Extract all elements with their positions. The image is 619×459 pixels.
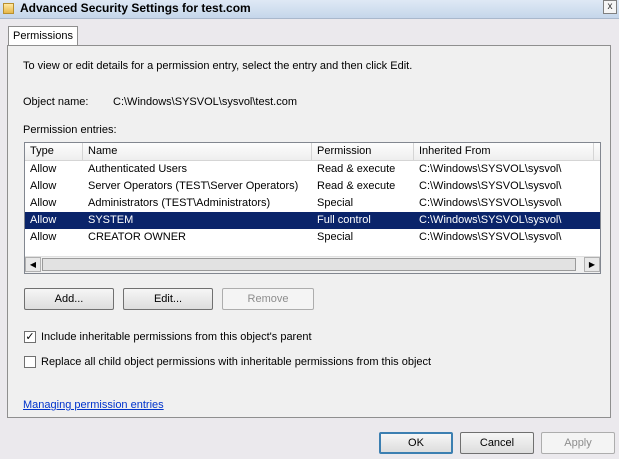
cell-permission: Full control — [317, 214, 371, 226]
table-row[interactable]: Allow SYSTEM Full control C:\Windows\SYSVOL… — [25, 212, 600, 229]
cell-inherited-from: C:\Windows\SYSVOL\sysvol\ — [419, 180, 562, 192]
cell-permission: Special — [317, 197, 354, 209]
table-row[interactable]: Allow Server Operators (TEST\Server Opera… — [25, 178, 600, 195]
cell-inherited-from: C:\Windows\SYSVOL\sysvol\ — [419, 163, 562, 175]
tab-permissions-label: Permissions — [13, 30, 73, 42]
cell-inherited-from: C:\Windows\SYSVOL\sysvol\ — [419, 214, 562, 226]
include-inheritable-checkbox[interactable]: ✓ — [24, 331, 36, 343]
close-button[interactable]: x — [603, 0, 617, 14]
close-icon: x — [607, 1, 613, 12]
cancel-button[interactable]: Cancel — [460, 432, 534, 454]
replace-child-checkbox[interactable] — [24, 356, 36, 368]
column-header-inherited-from[interactable]: Inherited From — [414, 143, 594, 160]
table-row[interactable]: Allow Authenticated Users Read & execute C:… — [25, 161, 600, 178]
tab-permissions[interactable]: Permissions — [8, 26, 78, 46]
edit-button[interactable]: Edit... — [123, 288, 213, 310]
object-name-label: Object name: — [23, 96, 89, 108]
cell-inherited-from: C:\Windows\SYSVOL\sysvol\ — [419, 231, 562, 243]
permission-entries-list[interactable]: Type Name Permission Inherited From Allo… — [24, 142, 601, 274]
table-row[interactable]: Allow Administrators (TEST\Administrators… — [25, 195, 600, 212]
folder-icon — [3, 3, 14, 14]
include-inheritable-label[interactable]: Include inheritable permissions from thi… — [41, 331, 312, 343]
cell-permission: Read & execute — [317, 163, 396, 175]
list-header: Type Name Permission Inherited From — [25, 143, 600, 161]
ok-button[interactable]: OK — [379, 432, 453, 454]
window-title: Advanced Security Settings for test.com — [20, 1, 251, 15]
cell-type: Allow — [30, 231, 57, 243]
horizontal-scrollbar[interactable]: ◀ ▶ — [25, 256, 600, 273]
table-row[interactable]: Allow CREATOR OWNER Special C:\Windows\SYSV… — [25, 229, 600, 246]
arrow-right-icon[interactable]: ▶ — [584, 257, 600, 272]
title-bar: Advanced Security Settings for test.com … — [0, 0, 619, 19]
cell-name: Server Operators (TEST\Server Operators) — [88, 180, 299, 192]
object-name-value: C:\Windows\SYSVOL\sysvol\test.com — [113, 96, 297, 108]
apply-button[interactable]: Apply — [541, 432, 615, 454]
permission-entries-label: Permission entries: — [23, 124, 117, 136]
cell-type: Allow — [30, 163, 57, 175]
cell-permission: Read & execute — [317, 180, 396, 192]
cell-name: Administrators (TEST\Administrators) — [88, 197, 271, 209]
arrow-left-icon[interactable]: ◀ — [25, 257, 41, 272]
managing-permissions-link[interactable]: Managing permission entries — [23, 399, 164, 411]
cell-name: SYSTEM — [88, 214, 134, 226]
cell-name: Authenticated Users — [88, 163, 188, 175]
cell-permission: Special — [317, 231, 354, 243]
instructions-text: To view or edit details for a permission… — [23, 60, 413, 72]
column-header-name[interactable]: Name — [83, 143, 312, 160]
add-button[interactable]: Add... — [24, 288, 114, 310]
column-header-permission[interactable]: Permission — [312, 143, 414, 160]
column-header-type[interactable]: Type — [25, 143, 83, 160]
scroll-thumb[interactable] — [42, 258, 576, 271]
cell-name: CREATOR OWNER — [88, 231, 186, 243]
cell-inherited-from: C:\Windows\SYSVOL\sysvol\ — [419, 197, 562, 209]
remove-button[interactable]: Remove — [222, 288, 314, 310]
cell-type: Allow — [30, 197, 57, 209]
cell-type: Allow — [30, 214, 57, 226]
cell-type: Allow — [30, 180, 57, 192]
replace-child-label[interactable]: Replace all child object permissions wit… — [41, 356, 431, 368]
